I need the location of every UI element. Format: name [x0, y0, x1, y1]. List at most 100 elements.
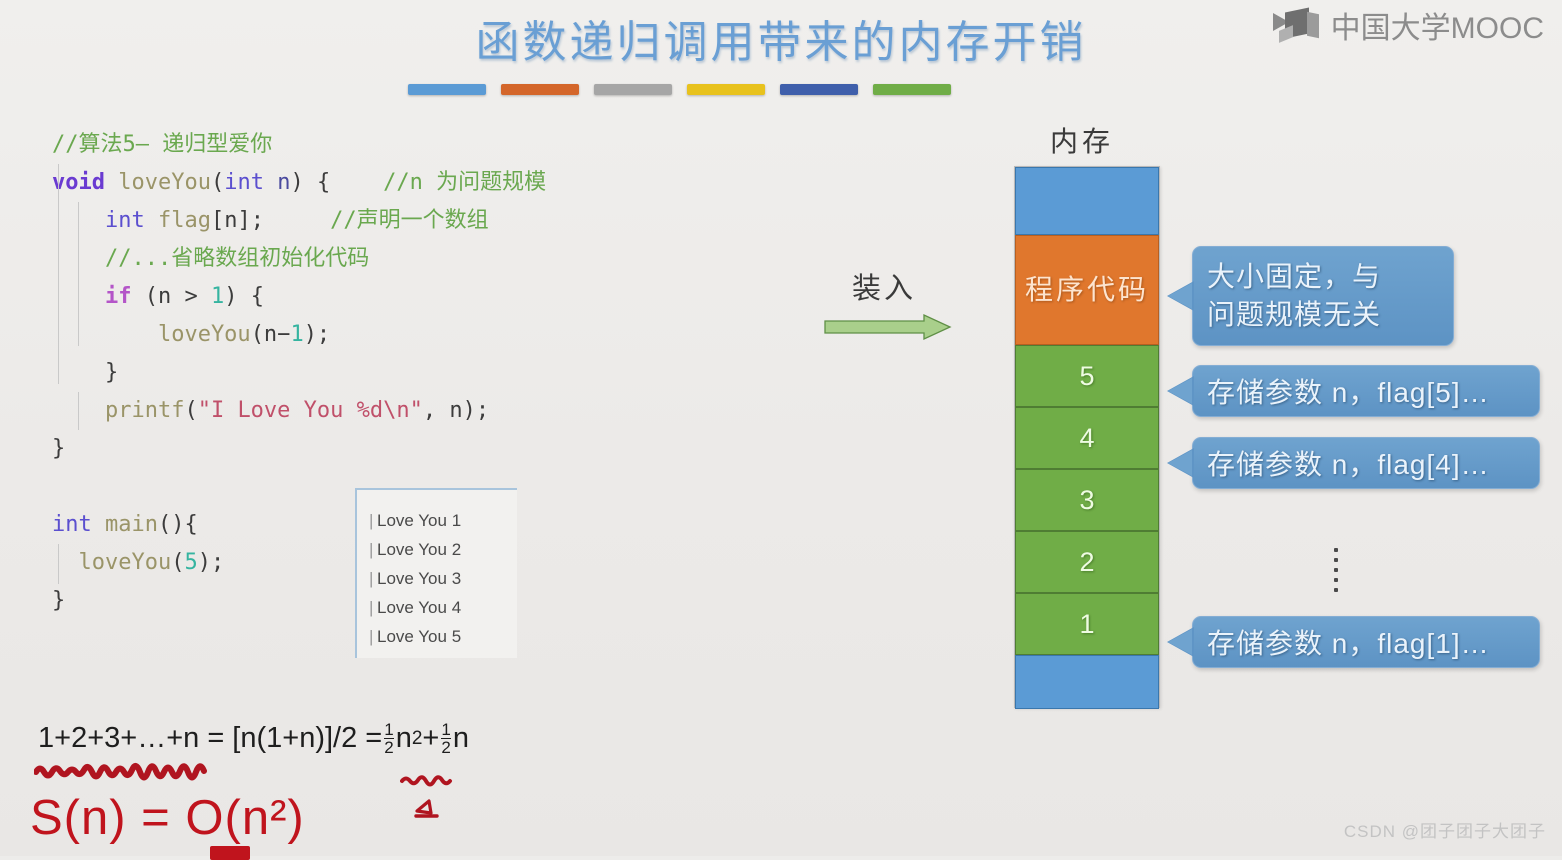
code-token: //n 为问题规模: [330, 170, 547, 195]
code-line: }: [52, 354, 546, 392]
code-token: //算法5— 递归型爱你: [52, 132, 273, 157]
title-bar-6: [873, 84, 951, 95]
memory-block-2: 2: [1015, 531, 1159, 593]
memory-block-5: 5: [1015, 345, 1159, 407]
callout-text: 存储参数 n，flag[1]…: [1207, 628, 1490, 659]
title-bar-5: [780, 84, 858, 95]
code-token: loveYou: [104, 170, 211, 195]
code-token: if: [104, 284, 132, 309]
callout-text: 存储参数 n，flag[5]…: [1207, 377, 1490, 408]
callout-program-code: 大小固定，与 问题规模无关: [1167, 246, 1454, 346]
memory-block-label: 程序: [1024, 274, 1087, 305]
formula-term1-exponent: 2: [411, 727, 423, 749]
memory-block-1: 1: [1015, 593, 1159, 655]
console-output-line: Love You 2: [357, 535, 517, 564]
code-token: int: [104, 208, 145, 233]
callout-frame-5: 存储参数 n，flag[5]…: [1167, 365, 1540, 417]
code-token: //声明一个数组: [263, 208, 489, 233]
load-arrow-icon: [824, 313, 952, 341]
code-token: , n);: [422, 398, 490, 423]
title-bar-4: [687, 84, 765, 95]
memory-block-empty-7: [1015, 655, 1159, 709]
red-mark-bottom: [210, 846, 250, 860]
code-token: loveYou: [52, 322, 251, 347]
indent-guide: [58, 544, 59, 584]
code-token: int: [52, 512, 92, 537]
memory-block-程序代码: 程序 代码: [1015, 235, 1159, 345]
memory-block-4: 4: [1015, 407, 1159, 469]
csdn-watermark: CSDN @团子团子大团子: [1343, 822, 1546, 841]
callout-tail-icon: [1167, 627, 1194, 657]
callout-tail-icon: [1167, 281, 1194, 311]
fraction-one-half-a: 1 2: [384, 720, 394, 757]
memory-block-label: 2: [1079, 546, 1095, 577]
load-label: 装入: [852, 273, 917, 305]
console-output-line: Love You 5: [357, 622, 517, 651]
code-line: printf("I Love You %d\n", n);: [52, 392, 546, 430]
memory-block-empty-0: [1015, 167, 1159, 235]
code-token: );: [303, 322, 331, 347]
title-underline-bars: [408, 84, 951, 95]
red-squiggle-underline-half: [400, 775, 452, 787]
callout-text: 存储参数 n，flag[4]…: [1207, 449, 1490, 480]
slide-canvas: 中国大学MOOC 函数递归调用带来的内存开销 //算法5— 递归型爱你 void …: [0, 0, 1562, 860]
space-complexity-conclusion: S(n) = O(n²): [30, 791, 305, 845]
indent-guide: [78, 392, 79, 430]
console-output-line: Love You 3: [357, 564, 517, 593]
sum-formula: 1+2+3+…+n = [n(1+n)]/2 = 1 2 n 2 + 1 2 n: [38, 720, 469, 757]
callout-tail-icon: [1167, 376, 1194, 406]
code-token: printf: [52, 398, 185, 423]
code-token: ) {: [290, 170, 331, 195]
code-token: loveYou: [52, 550, 172, 575]
code-token: 1: [290, 322, 304, 347]
code-token: flag: [144, 208, 211, 233]
code-line: int flag[n]; //声明一个数组: [52, 202, 546, 240]
indent-guide: [58, 164, 59, 384]
red-check-mark-icon: [414, 799, 439, 818]
code-token: "I Love You %d\n": [197, 398, 423, 423]
formula-term1: n: [395, 722, 412, 754]
code-token: }: [52, 588, 66, 613]
title-bar-1: [408, 84, 486, 95]
code-token: (: [210, 170, 225, 195]
code-token: (n−: [250, 322, 291, 347]
console-output-line: Love You 4: [357, 593, 517, 622]
code-token: (: [171, 550, 185, 575]
code-line: }: [52, 430, 546, 468]
console-output-line: Love You 1: [357, 506, 517, 535]
callout-frame-1: 存储参数 n，flag[1]…: [1167, 616, 1540, 668]
code-token: [n];: [210, 208, 264, 233]
memory-title: 内存: [1050, 126, 1115, 157]
code-token: main: [91, 512, 158, 537]
code-line: loveYou(n−1);: [52, 316, 546, 354]
code-token: ) {: [224, 284, 264, 309]
formula-plus: +: [422, 722, 440, 754]
code-token: 1: [210, 284, 225, 309]
code-token: }: [52, 436, 66, 461]
code-line: //算法5— 递归型爱你: [52, 126, 546, 164]
page-title: 函数递归调用带来的内存开销: [475, 18, 1087, 67]
callout-text: 大小固定，与 问题规模无关: [1207, 258, 1381, 334]
title-bar-3: [594, 84, 672, 95]
red-squiggle-underline-sum: [34, 763, 207, 781]
memory-block-label: 5: [1079, 360, 1095, 391]
code-token: //...省略数组初始化代码: [52, 246, 370, 271]
memory-stack: 程序 代码 5 4 3 2 1: [1014, 166, 1160, 709]
code-token: (: [184, 398, 198, 423]
memory-block-label: 3: [1079, 484, 1095, 515]
callout-line: 大小固定，与: [1207, 261, 1382, 292]
code-token: (){: [157, 512, 198, 537]
title-bar-2: [501, 84, 579, 95]
code-token: int: [224, 170, 264, 195]
memory-block-3: 3: [1015, 469, 1159, 531]
memory-block-label: 4: [1079, 422, 1095, 453]
fraction-one-half-b: 1 2: [441, 720, 451, 757]
indent-guide: [78, 202, 79, 346]
code-line: //...省略数组初始化代码: [52, 240, 546, 278]
formula-term2: n: [452, 722, 469, 754]
code-token: );: [197, 550, 225, 575]
code-token: }: [52, 360, 119, 385]
console-output-lines: Love You 1Love You 2Love You 3Love You 4…: [357, 490, 517, 651]
memory-block-label: 代码: [1087, 274, 1150, 305]
